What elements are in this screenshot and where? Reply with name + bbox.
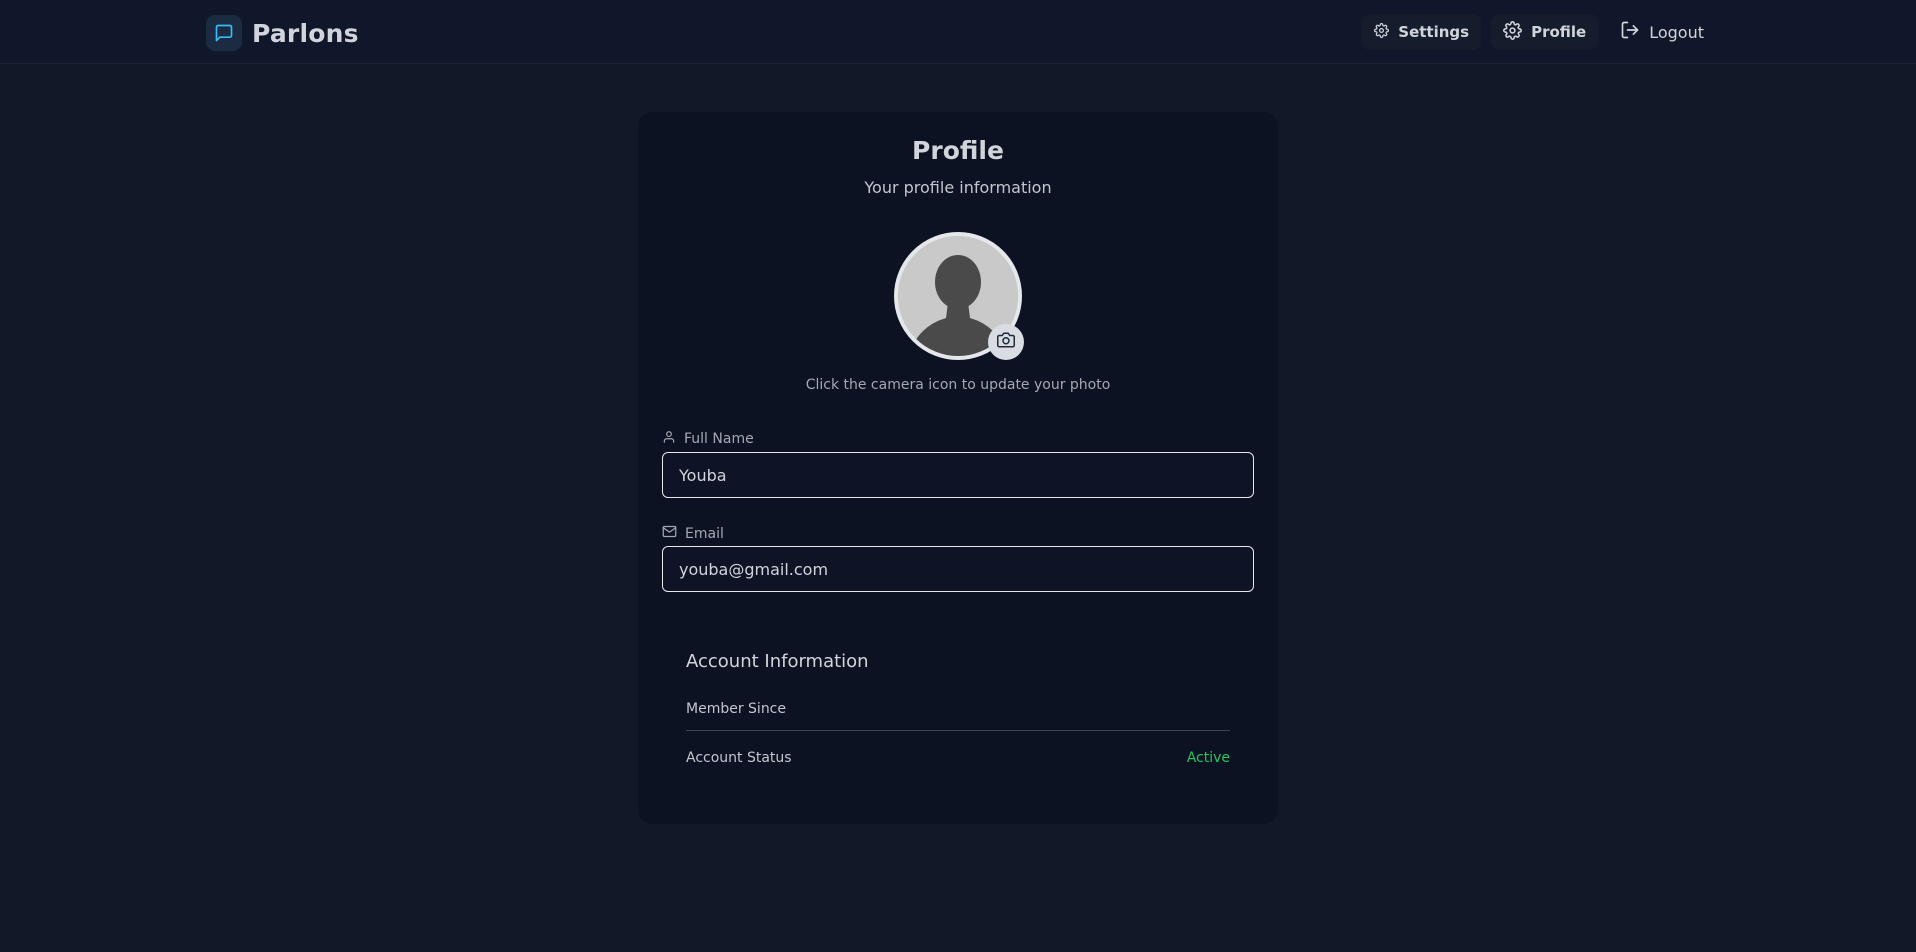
full-name-field[interactable] [662,452,1254,498]
brand-name: Parlons [252,18,359,48]
mail-icon [662,524,677,543]
email-field[interactable] [662,546,1254,592]
member-since-row: Member Since [686,701,1230,731]
status-badge: Active [1186,750,1230,766]
avatar-hint: Click the camera icon to update your pho… [805,377,1111,393]
email-label-text: Email [685,525,724,542]
gear-icon [1503,20,1523,44]
logout-button[interactable]: Logout [1608,14,1716,50]
user-icon [662,430,676,448]
settings-label: Settings [1398,23,1470,41]
member-since-label: Member Since [686,701,786,717]
avatar-container [894,232,1024,360]
nav-actions: Settings Profile Logout [1362,14,1716,50]
settings-button[interactable]: Settings [1362,14,1482,50]
brand-logo-link[interactable]: Parlons [206,15,359,51]
top-navbar: Parlons Settings Profile Logout [0,0,1916,64]
account-status-label: Account Status [686,750,792,766]
logout-icon [1620,20,1640,44]
account-info-title: Account Information [686,651,869,672]
profile-button[interactable]: Profile [1491,14,1599,50]
profile-card: Profile Your profile information Click t… [638,112,1278,824]
logout-label: Logout [1649,22,1704,42]
message-square-icon [206,15,242,51]
page-title: Profile [912,136,1004,165]
profile-label: Profile [1531,23,1587,41]
account-status-row: Account Status Active [686,750,1230,766]
page-subtitle: Your profile information [864,178,1052,197]
full-name-label: Full Name [662,430,754,448]
change-photo-button[interactable] [988,324,1024,360]
camera-icon [997,331,1015,353]
email-label: Email [662,524,724,543]
gear-icon [1374,22,1390,42]
full-name-label-text: Full Name [684,431,754,447]
